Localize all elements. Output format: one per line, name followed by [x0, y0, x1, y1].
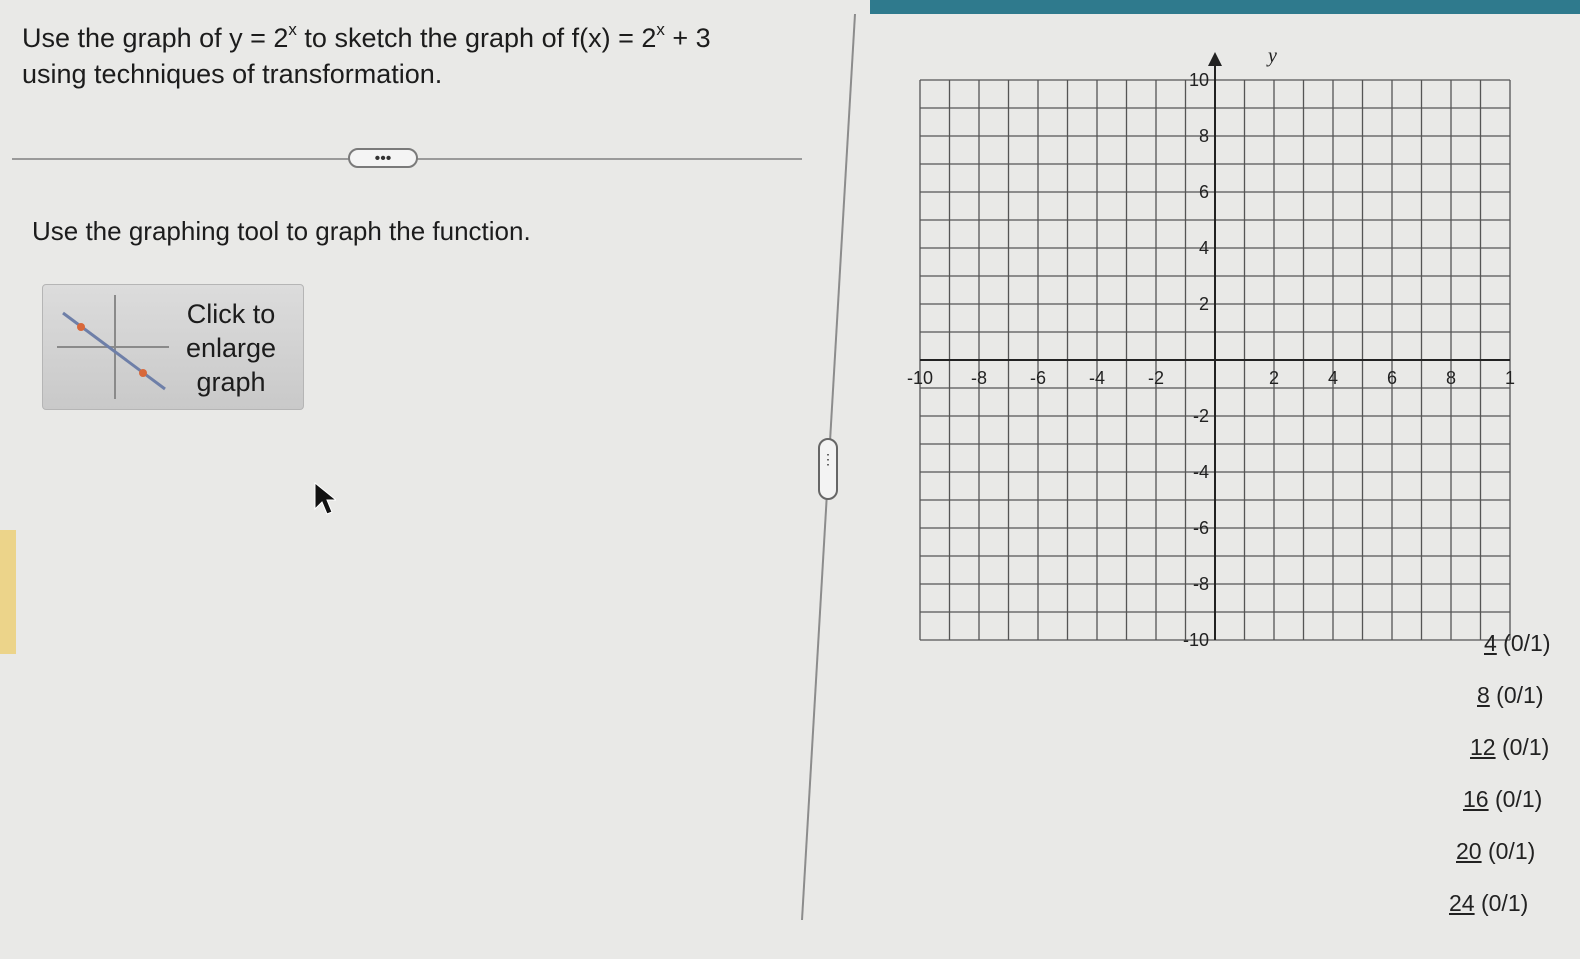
question-number-link[interactable]: 8: [1477, 682, 1490, 708]
x-tick-label: -8: [971, 368, 987, 388]
question-score: (0/1): [1481, 838, 1536, 864]
progress-list-item[interactable]: 16 (0/1): [1463, 786, 1542, 813]
y-axis-label: y: [1266, 45, 1277, 67]
question-score: (0/1): [1488, 786, 1543, 812]
question-score: (0/1): [1495, 734, 1550, 760]
y-tick-label: 4: [1199, 238, 1209, 258]
x-tick-label: 2: [1269, 368, 1279, 388]
question-number-link[interactable]: 16: [1463, 786, 1489, 812]
y-tick-label: -10: [1183, 630, 1209, 650]
x-tick-label: -10: [907, 368, 933, 388]
question-score: (0/1): [1496, 630, 1551, 656]
y-tick-label: 10: [1189, 70, 1209, 90]
progress-list-item[interactable]: 20 (0/1): [1456, 838, 1535, 865]
pane-resize-handle[interactable]: ⋮: [818, 438, 838, 500]
y-axis-arrow-icon: [1208, 52, 1222, 66]
progress-list-item[interactable]: 24 (0/1): [1449, 890, 1528, 917]
y-tick-label: -8: [1193, 574, 1209, 594]
progress-list-item[interactable]: 4 (0/1): [1484, 630, 1550, 657]
question-score: (0/1): [1474, 890, 1529, 916]
graphing-grid[interactable]: -10 -8 -6 -4 -2 2 4 6 8 1 10 8 6 4 2 -2 -4 -6 -8 -10 y: [900, 40, 1540, 650]
progress-list-item[interactable]: 8 (0/1): [1477, 682, 1543, 709]
y-tick-label: 2: [1199, 294, 1209, 314]
x-tick-label: -6: [1030, 368, 1046, 388]
y-tick-label: -2: [1193, 406, 1209, 426]
y-tick-label: -4: [1193, 462, 1209, 482]
y-tick-label: 8: [1199, 126, 1209, 146]
question-number-link[interactable]: 20: [1456, 838, 1482, 864]
x-tick-label: 6: [1387, 368, 1397, 388]
question-score: (0/1): [1489, 682, 1544, 708]
question-number-link[interactable]: 24: [1449, 890, 1475, 916]
x-tick-label: 4: [1328, 368, 1338, 388]
x-tick-label: 1: [1505, 368, 1515, 388]
progress-list-item[interactable]: 12 (0/1): [1470, 734, 1549, 761]
y-tick-label: 6: [1199, 182, 1209, 202]
x-tick-label: 8: [1446, 368, 1456, 388]
question-number-link[interactable]: 4: [1484, 630, 1497, 656]
x-tick-label: -2: [1148, 368, 1164, 388]
y-tick-label: -6: [1193, 518, 1209, 538]
x-tick-label: -4: [1089, 368, 1105, 388]
question-number-link[interactable]: 12: [1470, 734, 1496, 760]
